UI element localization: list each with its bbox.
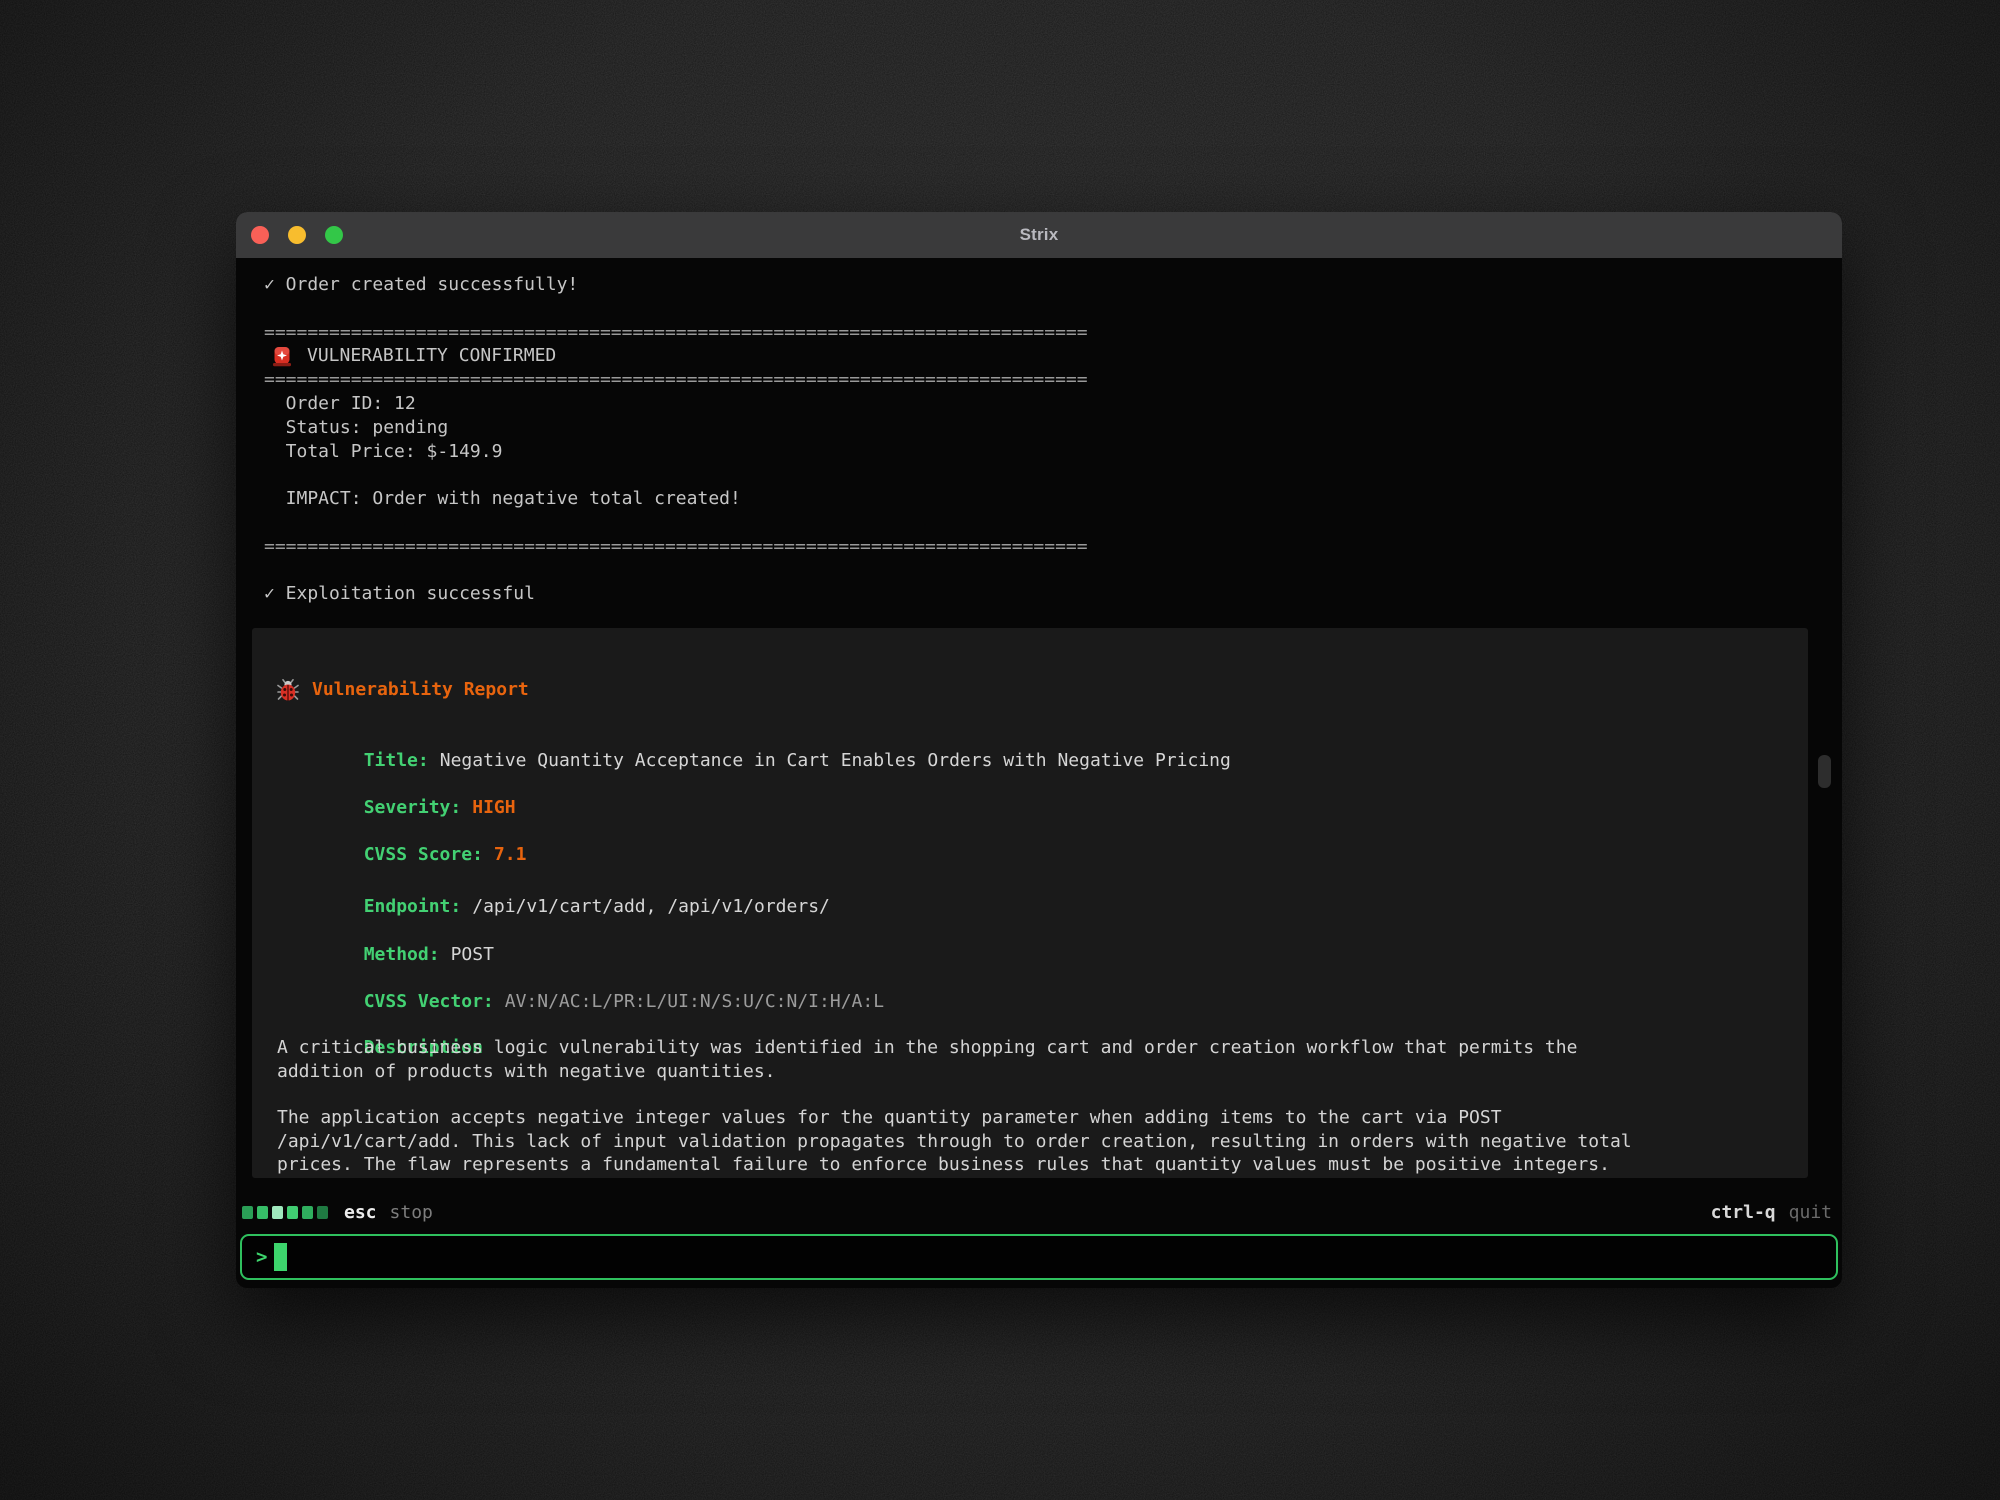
text-cursor (274, 1243, 287, 1271)
zoom-button[interactable] (325, 226, 343, 244)
method-label: Method: (364, 944, 440, 965)
terminal-window: Strix ✓ Order created successfully! ====… (236, 212, 1842, 1288)
quit-keybinding: ctrl-q (1711, 1202, 1776, 1223)
report-cvss-vector-row: CVSS Vector:AV:N/AC:L/PR:L/UI:N/S:U/C:N/… (277, 966, 1783, 990)
minimize-button[interactable] (288, 226, 306, 244)
order-success-line: ✓ Order created successfully! (264, 273, 1088, 297)
spinner-icon (242, 1206, 328, 1219)
scrollbar-thumb[interactable] (1818, 755, 1831, 788)
siren-icon (272, 346, 292, 367)
window-title: Strix (236, 225, 1842, 245)
endpoint-value: /api/v1/cart/add, /api/v1/orders/ (472, 896, 830, 917)
terminal-content: ✓ Order created successfully! ==========… (236, 258, 1842, 1288)
impact-line: IMPACT: Order with negative total create… (264, 487, 1088, 511)
endpoint-label: Endpoint: (364, 896, 462, 917)
traffic-light-buttons (251, 212, 343, 258)
status-bar-right: ctrl-q quit (1711, 1202, 1832, 1223)
total-price-line: Total Price: $-149.9 (264, 440, 1088, 464)
command-input[interactable]: > (240, 1234, 1838, 1280)
terminal-output: ✓ Order created successfully! ==========… (264, 273, 1088, 606)
cvss-vector-label: CVSS Vector: (364, 991, 494, 1012)
report-title-row: Title:Negative Quantity Acceptance in Ca… (277, 725, 1783, 749)
vuln-confirmed-text: VULNERABILITY CONFIRMED (307, 344, 556, 368)
esc-keybinding: esc (344, 1202, 377, 1223)
report-cvss-score-row: CVSS Score:7.1 (277, 819, 1783, 843)
report-header-title: Vulnerability Report (312, 678, 529, 702)
status-bar: esc stop ctrl-q quit (236, 1198, 1842, 1226)
exploitation-success-line: ✓ Exploitation successful (264, 582, 1088, 606)
prompt-symbol: > (256, 1246, 267, 1268)
close-button[interactable] (251, 226, 269, 244)
description-paragraph-2: The application accepts negative integer… (277, 1106, 1783, 1177)
esc-action-label: stop (390, 1202, 433, 1223)
cvss-vector-value: AV:N/AC:L/PR:L/UI:N/S:U/C:N/I:H/A:L (505, 991, 884, 1012)
description-header: Description (277, 1012, 1783, 1036)
vulnerability-report-panel: Vulnerability Report Title:Negative Quan… (252, 628, 1808, 1178)
quit-action-label: quit (1789, 1202, 1832, 1223)
window-titlebar[interactable]: Strix (236, 212, 1842, 258)
separator-line: ========================================… (264, 535, 1088, 559)
title-value: Negative Quantity Acceptance in Cart Ena… (440, 750, 1231, 771)
order-status-line: Status: pending (264, 416, 1088, 440)
vuln-confirmed-line: VULNERABILITY CONFIRMED (264, 344, 1088, 368)
severity-value: HIGH (472, 797, 515, 818)
status-bar-left: esc stop (242, 1202, 433, 1223)
report-header: Vulnerability Report (277, 678, 1783, 702)
order-id-line: Order ID: 12 (264, 392, 1088, 416)
separator-line: ========================================… (264, 321, 1088, 345)
description-paragraph-1: A critical business logic vulnerability … (277, 1036, 1783, 1083)
method-value: POST (451, 944, 494, 965)
report-severity-row: Severity:HIGH (277, 772, 1783, 796)
bug-icon (277, 679, 299, 702)
severity-label: Severity: (364, 797, 462, 818)
cvss-score-label: CVSS Score: (364, 844, 483, 865)
cvss-score-value: 7.1 (494, 844, 527, 865)
title-label: Title: (364, 750, 429, 771)
report-method-row: Method:POST (277, 919, 1783, 943)
separator-line: ========================================… (264, 368, 1088, 392)
report-endpoint-row: Endpoint:/api/v1/cart/add, /api/v1/order… (277, 871, 1783, 895)
